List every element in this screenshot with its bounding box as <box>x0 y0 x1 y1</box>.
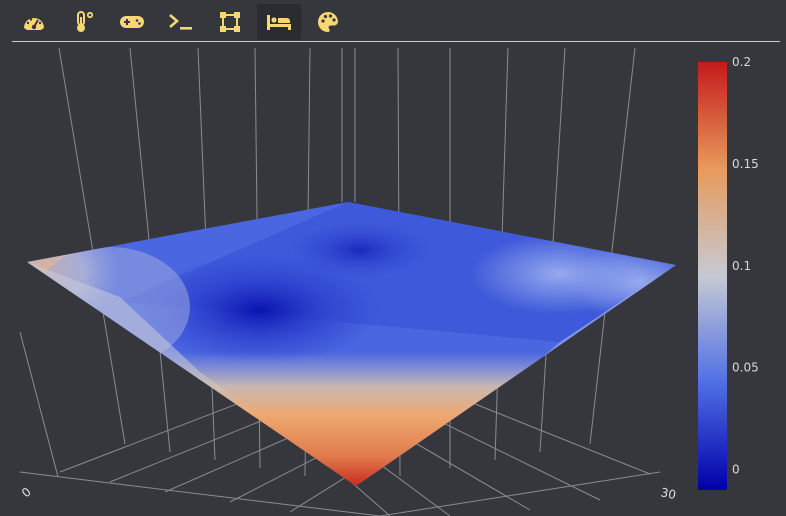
dashboard-tab[interactable] <box>12 4 56 40</box>
colorbar-tick-label: 0.15 <box>732 157 759 171</box>
colorbar-tick-label: 0.05 <box>732 361 759 375</box>
gauge-icon <box>24 18 44 30</box>
surface-mesh[interactable] <box>0 202 786 492</box>
theme-tab[interactable] <box>306 4 350 40</box>
surface-plot[interactable]: 0.2 0.15 0.1 0.05 0 0 30 <box>0 42 786 516</box>
temperature-tab[interactable] <box>61 4 105 40</box>
colorbar-tick-label: 0.2 <box>732 55 751 69</box>
geometry-tab[interactable] <box>208 4 252 40</box>
bed-icon <box>267 15 291 30</box>
colorbar-tick-label: 0.1 <box>732 259 751 273</box>
thermometer-icon <box>77 11 94 32</box>
controller-tab[interactable] <box>110 4 154 40</box>
toolbar <box>12 4 780 40</box>
terminal-tab[interactable] <box>159 4 203 40</box>
vector-square-icon <box>220 12 240 32</box>
axis-tick-left: 0 <box>19 485 34 501</box>
gamepad-icon <box>120 16 144 28</box>
bed-tab[interactable] <box>257 4 301 40</box>
colorbar-tick-label: 0 <box>732 463 740 477</box>
colorbar: 0.2 0.15 0.1 0.05 0 <box>698 55 759 490</box>
axis-tick-right: 30 <box>659 485 677 502</box>
palette-icon <box>318 11 338 33</box>
terminal-icon <box>169 14 192 30</box>
